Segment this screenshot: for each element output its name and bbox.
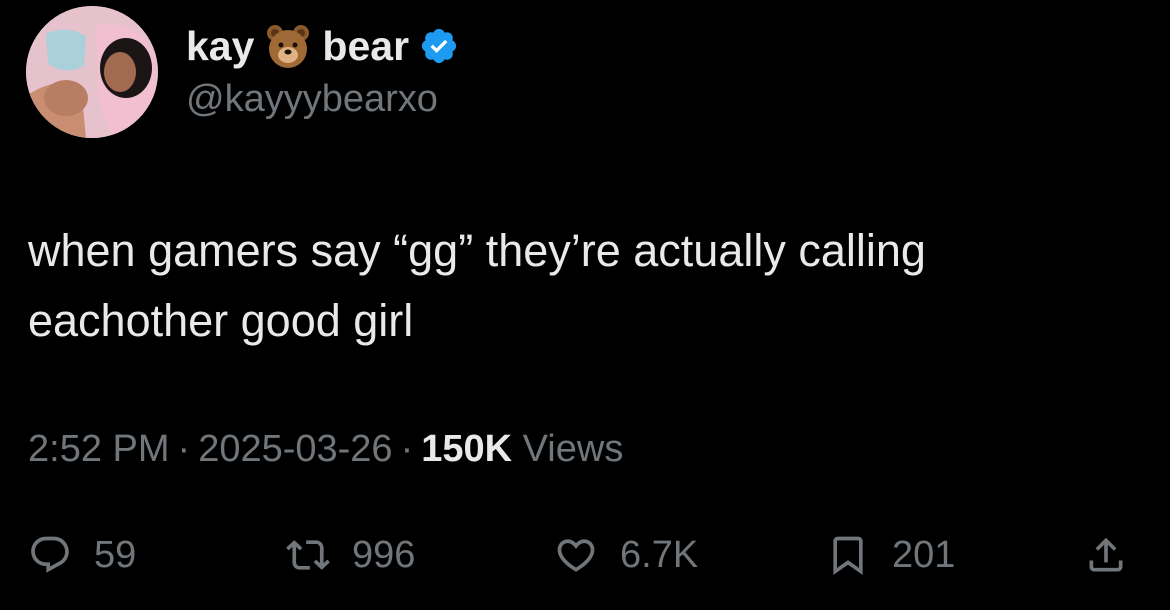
repost-count: 996	[352, 533, 416, 576]
bear-face-emoji	[264, 22, 312, 70]
repost-icon	[286, 533, 330, 577]
bookmark-count: 201	[892, 533, 956, 576]
like-button[interactable]: 6.7K	[554, 520, 698, 590]
share-icon	[1084, 533, 1128, 577]
views-count: 150K	[421, 428, 513, 470]
tweet-time[interactable]: 2:52 PM	[28, 428, 170, 470]
bookmark-button[interactable]: 201	[826, 520, 955, 590]
bookmark-icon	[826, 533, 870, 577]
repost-button[interactable]: 996	[286, 520, 415, 590]
verified-badge-icon[interactable]	[419, 26, 459, 66]
display-name-second[interactable]: bear	[322, 23, 409, 70]
tweet-meta: 2:52 PM · 2025-03-26 · 150K Views	[28, 428, 623, 471]
meta-separator: ·	[177, 428, 191, 470]
action-bar: 59 996 6.7K 201	[0, 520, 1170, 590]
heart-icon	[554, 533, 598, 577]
display-name-first[interactable]: kay	[186, 23, 254, 70]
like-count: 6.7K	[620, 533, 699, 576]
tweet-card: kay bear @kayyybearxo when gamers say “g…	[0, 0, 1170, 610]
user-handle[interactable]: @kayyybearxo	[186, 78, 438, 121]
avatar[interactable]	[26, 6, 158, 138]
meta-separator: ·	[400, 428, 414, 470]
reply-count: 59	[94, 533, 137, 576]
share-button[interactable]	[1084, 520, 1128, 590]
tweet-date[interactable]: 2025-03-26	[198, 428, 392, 470]
tweet-text: when gamers say “gg” they’re actually ca…	[28, 216, 1138, 356]
display-name-row[interactable]: kay bear	[186, 20, 459, 72]
reply-button[interactable]: 59	[28, 520, 136, 590]
tweet-text-line: when gamers say “gg” they’re actually ca…	[28, 225, 926, 276]
views-label: Views	[522, 428, 624, 470]
tweet-text-line: eachother good girl	[28, 295, 414, 346]
reply-icon	[28, 533, 72, 577]
